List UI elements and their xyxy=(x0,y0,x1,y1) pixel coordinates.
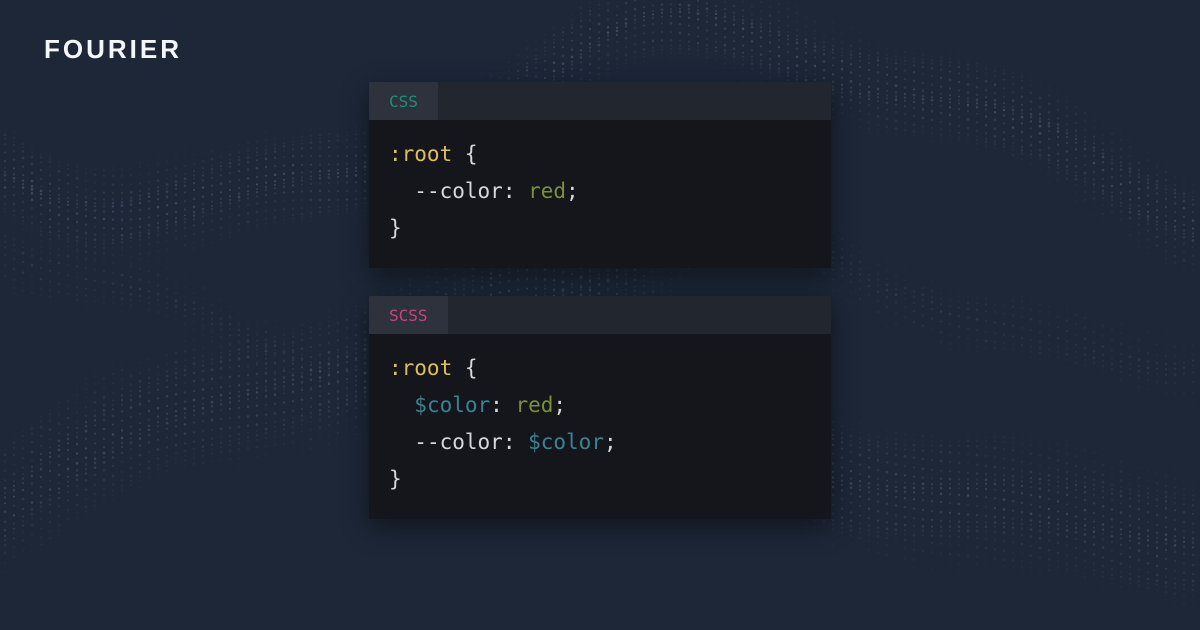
code-window-scss: SCSS :root { $color: red; --color: $colo… xyxy=(369,296,831,519)
tab-bar: SCSS xyxy=(369,296,831,334)
tab-bar: CSS xyxy=(369,82,831,120)
tab-scss[interactable]: SCSS xyxy=(369,296,448,334)
tab-css[interactable]: CSS xyxy=(369,82,438,120)
brand-logo: FOURIER xyxy=(44,34,182,65)
code-body-css: :root { --color: red; } xyxy=(369,120,831,268)
code-window-stack: CSS :root { --color: red; } SCSS :root {… xyxy=(369,82,831,519)
code-body-scss: :root { $color: red; --color: $color; } xyxy=(369,334,831,519)
code-window-css: CSS :root { --color: red; } xyxy=(369,82,831,268)
